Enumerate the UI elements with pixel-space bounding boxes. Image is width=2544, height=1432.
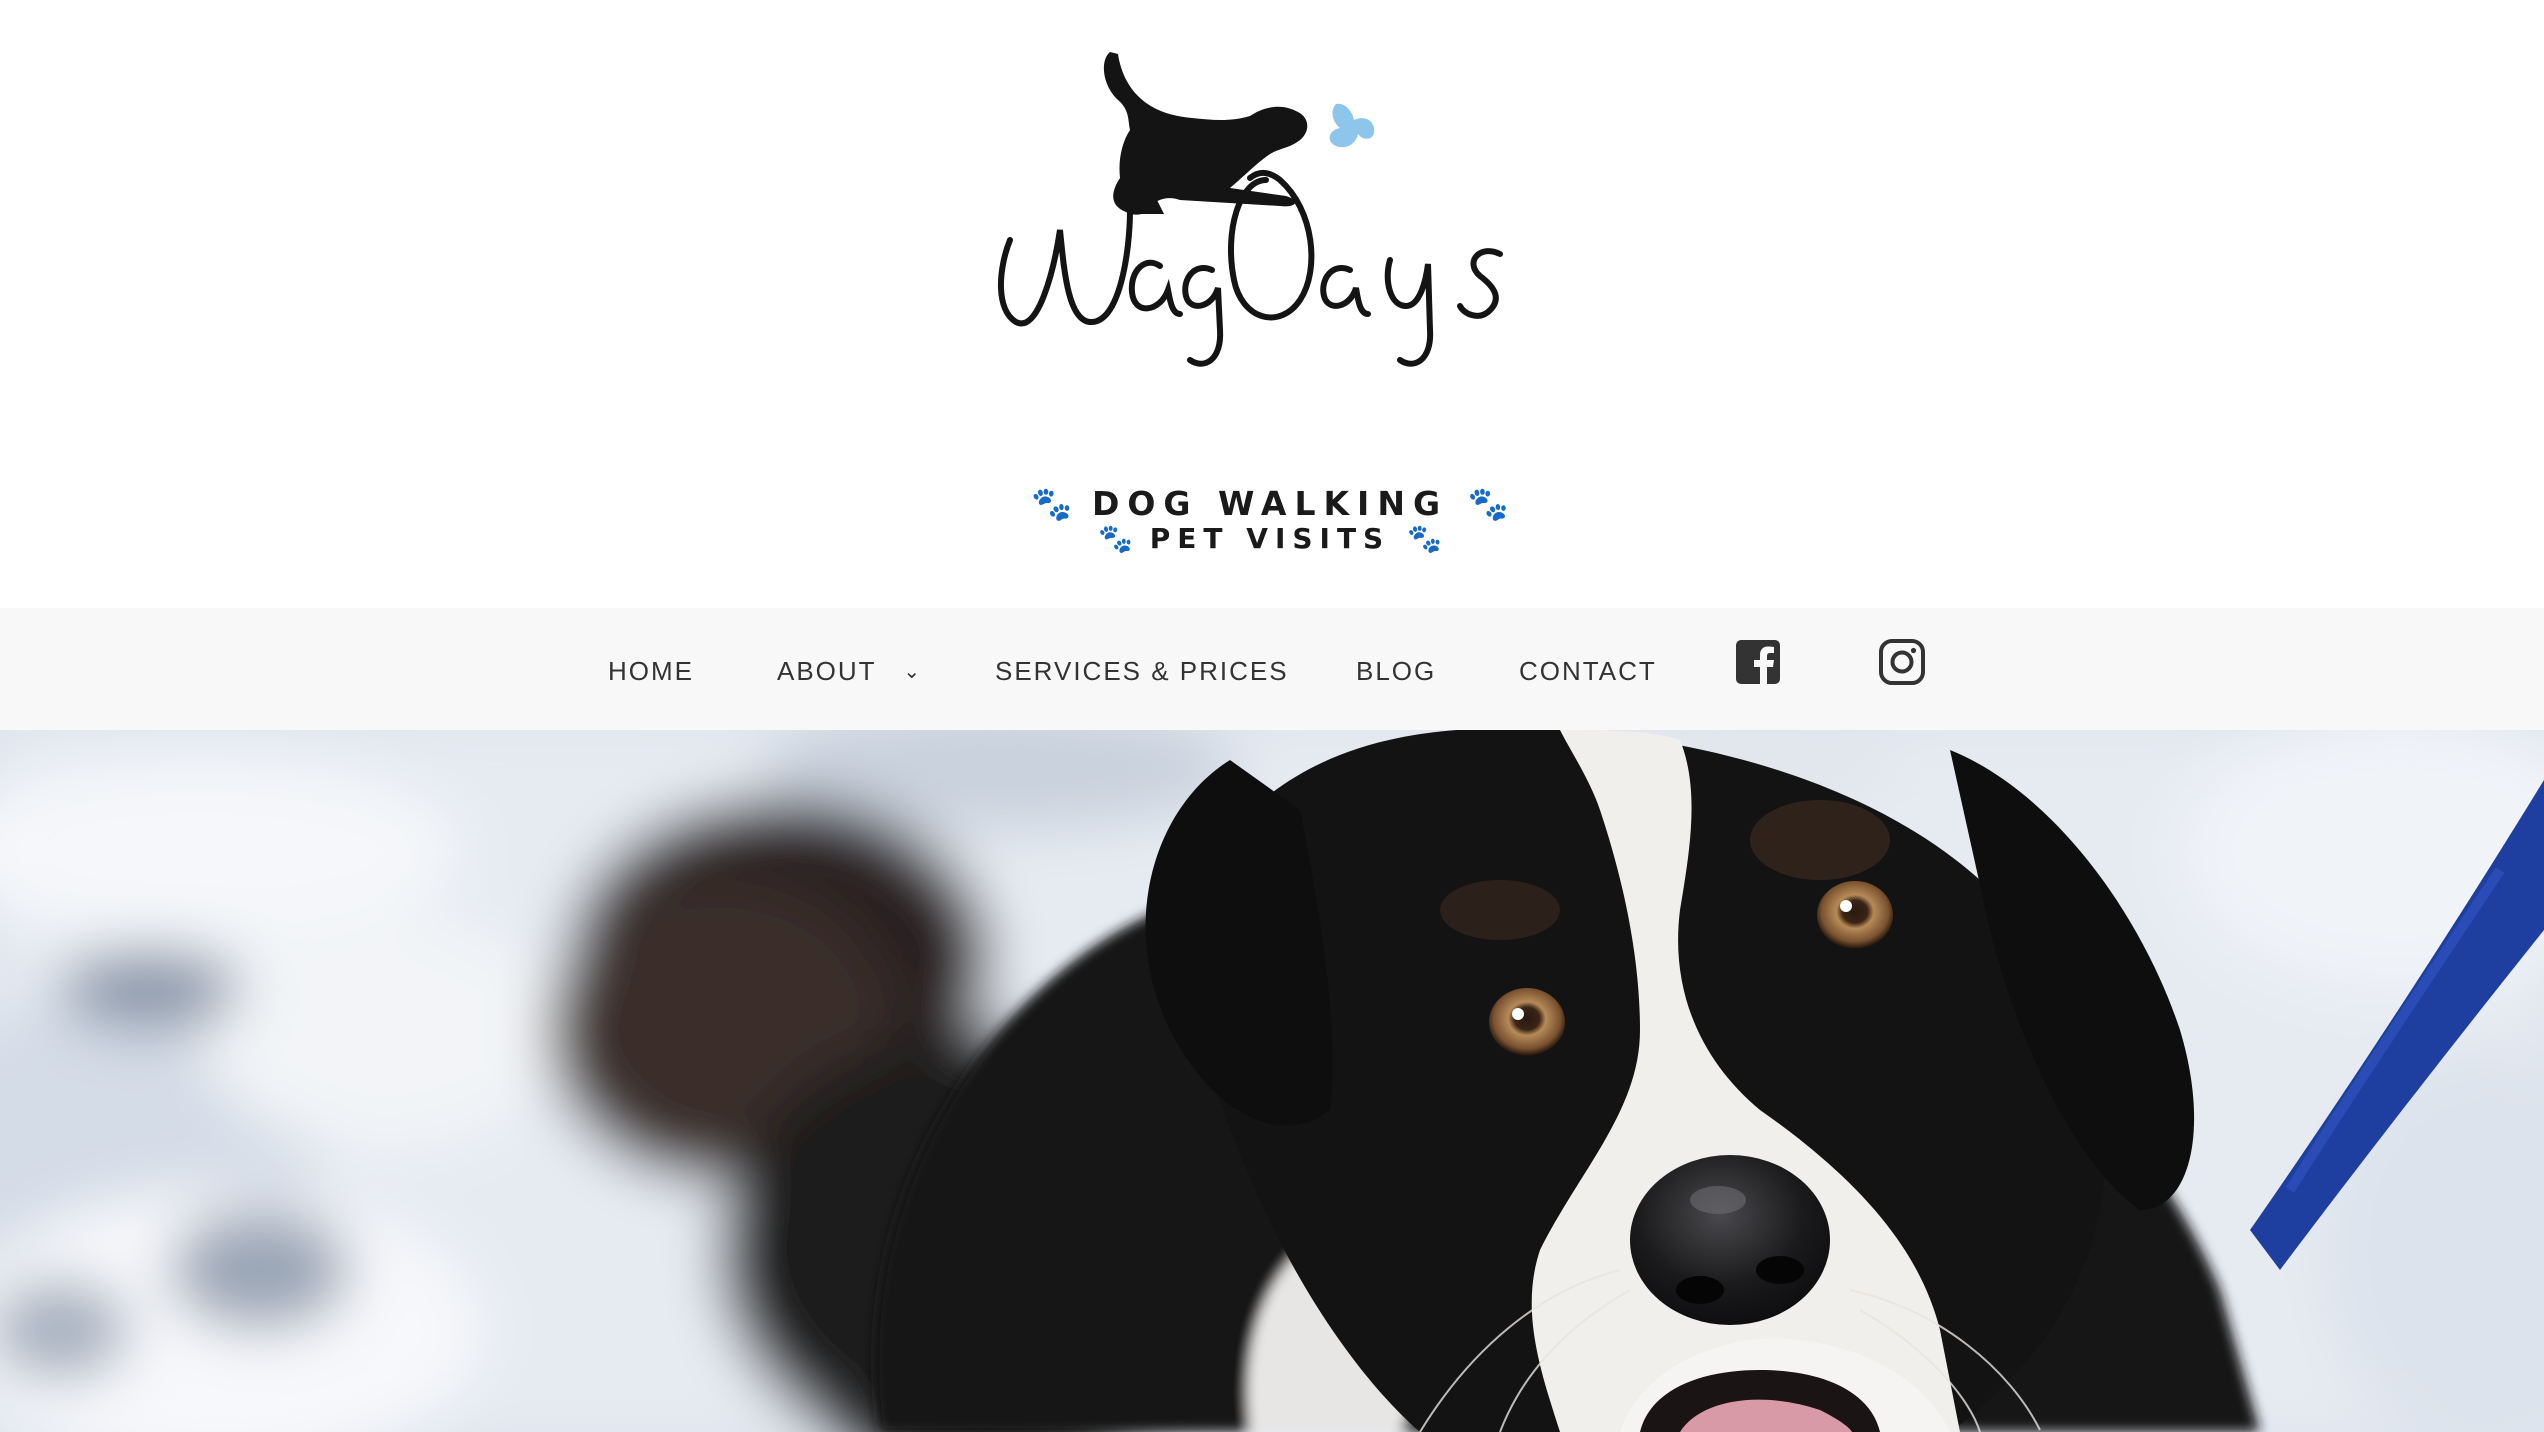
dog-in-snow-photo (0, 730, 2544, 1432)
site-header: 🐾 DOG WALKING 🐾 🐾 PET VISITS 🐾 (0, 0, 2544, 608)
nav-home-link[interactable]: HOME (608, 656, 694, 687)
nav-contact-link[interactable]: CONTACT (1519, 656, 1657, 687)
paw-icon: 🐾 (1031, 484, 1073, 523)
tagline-text: PET VISITS (1149, 522, 1391, 555)
nav-about-label: ABOUT (777, 656, 877, 686)
nav-services-prices-link[interactable]: SERVICES & PRICES (995, 656, 1289, 687)
nav-services-label: SERVICES & PRICES (995, 656, 1289, 686)
main-navigation: HOME ABOUT ⌄ SERVICES & PRICES BLOG CONT… (0, 608, 2544, 730)
nav-blog-link[interactable]: BLOG (1356, 656, 1436, 687)
butterfly-icon (1329, 103, 1375, 148)
nav-home-label: HOME (608, 656, 694, 686)
nav-blog-label: BLOG (1356, 656, 1437, 686)
paw-icon: 🐾 (1406, 522, 1442, 555)
tagline-dog-walking: 🐾 DOG WALKING 🐾 (980, 484, 1560, 524)
facebook-icon[interactable] (1734, 638, 1782, 686)
nav-contact-label: CONTACT (1519, 656, 1657, 686)
nav-about-dropdown[interactable]: ABOUT ⌄ (777, 656, 922, 687)
dog-silhouette-icon (1103, 52, 1308, 215)
instagram-icon[interactable] (1878, 638, 1926, 686)
tagline-text: DOG WALKING (1091, 484, 1449, 523)
hero-image (0, 730, 2544, 1432)
paw-icon: 🐾 (1467, 484, 1509, 523)
chevron-down-icon: ⌄ (903, 661, 923, 683)
tagline-pet-visits: 🐾 PET VISITS 🐾 (980, 522, 1560, 555)
paw-icon: 🐾 (1098, 522, 1134, 555)
